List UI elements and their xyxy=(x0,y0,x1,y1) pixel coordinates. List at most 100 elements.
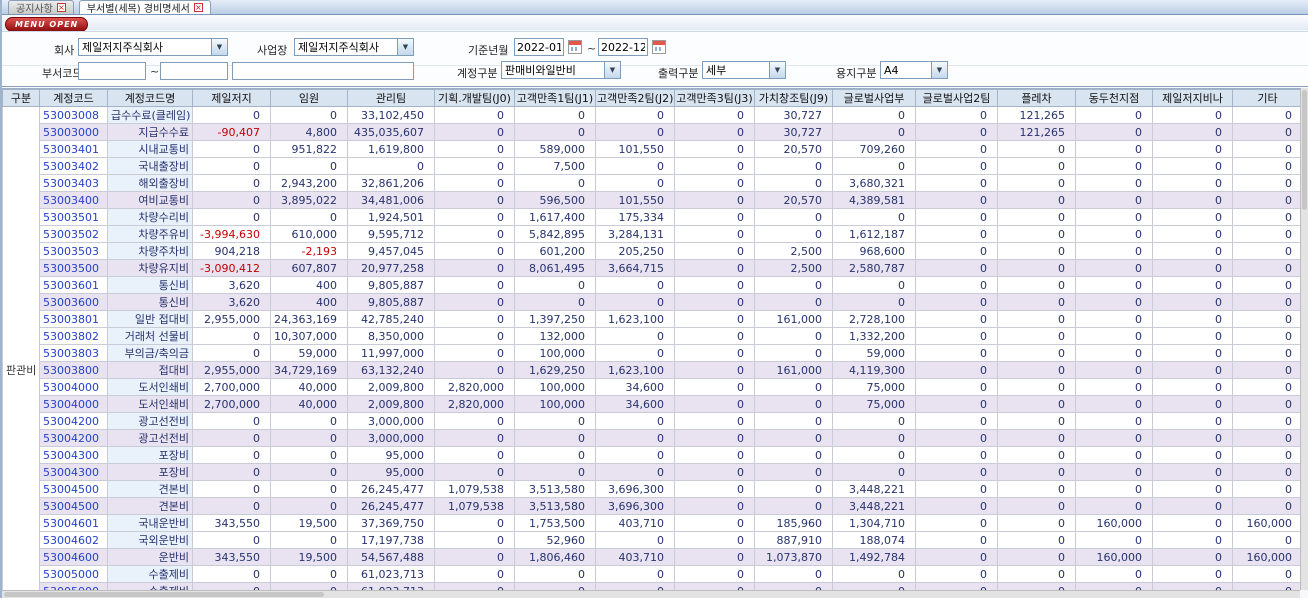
amount-cell[interactable]: 0 xyxy=(674,157,755,175)
amount-cell[interactable]: 0 xyxy=(270,582,348,590)
amount-cell[interactable]: 11,997,000 xyxy=(347,344,435,362)
amount-cell[interactable]: 2,820,000 xyxy=(434,378,515,396)
account-code-cell[interactable]: 53004601 xyxy=(39,514,108,532)
table-row[interactable]: 53003802 거래처 선물비 0 10,307,000 8,350,000 0 132,… xyxy=(3,327,1300,345)
amount-cell[interactable]: 0 xyxy=(832,412,916,430)
amount-cell[interactable]: 0 xyxy=(192,174,271,192)
amount-cell[interactable]: 1,079,538 xyxy=(434,480,515,498)
amount-cell[interactable]: 3,448,221 xyxy=(832,480,916,498)
amount-cell[interactable]: 2,500 xyxy=(754,259,833,277)
table-row[interactable]: 53004300 포장비 0 0 95,000 0 0 0 0 0 0 0 0 0 0 0 xyxy=(3,446,1300,464)
amount-cell[interactable]: 0 xyxy=(192,446,271,464)
account-code-cell[interactable]: 53003502 xyxy=(39,225,108,243)
amount-cell[interactable]: 0 xyxy=(192,531,271,549)
account-name-cell[interactable]: 차량주차비 xyxy=(107,242,193,260)
account-name-cell[interactable]: 견본비 xyxy=(107,480,193,498)
amount-cell[interactable]: 0 xyxy=(915,157,998,175)
amount-cell[interactable]: 400 xyxy=(270,293,348,311)
amount-cell[interactable]: 3,000,000 xyxy=(347,412,435,430)
amount-cell[interactable]: 121,265 xyxy=(997,106,1076,124)
amount-cell[interactable]: 3,513,580 xyxy=(514,480,596,498)
amount-cell[interactable]: 0 xyxy=(1075,208,1153,226)
account-name-cell[interactable]: 국외운반비 xyxy=(107,531,193,549)
amount-cell[interactable]: 0 xyxy=(915,344,998,362)
amount-cell[interactable]: 0 xyxy=(270,157,348,175)
amount-cell[interactable]: 0 xyxy=(997,446,1076,464)
amount-cell[interactable]: 0 xyxy=(997,582,1076,590)
amount-cell[interactable]: 0 xyxy=(1075,174,1153,192)
amount-cell[interactable]: 0 xyxy=(434,208,515,226)
amount-cell[interactable]: 0 xyxy=(1152,395,1233,413)
calendar-icon[interactable] xyxy=(568,40,582,54)
amount-cell[interactable]: 0 xyxy=(434,259,515,277)
amount-cell[interactable]: 2,728,100 xyxy=(832,310,916,328)
amount-cell[interactable]: 0 xyxy=(1232,123,1300,141)
amount-cell[interactable]: 61,023,713 xyxy=(347,565,435,583)
amount-cell[interactable]: 0 xyxy=(674,463,755,481)
amount-cell[interactable]: 0 xyxy=(997,242,1076,260)
amount-cell[interactable]: 0 xyxy=(1232,463,1300,481)
amount-cell[interactable]: 0 xyxy=(1232,191,1300,209)
amount-cell[interactable]: 42,785,240 xyxy=(347,310,435,328)
amount-cell[interactable]: 0 xyxy=(997,548,1076,566)
amount-cell[interactable]: 0 xyxy=(192,106,271,124)
amount-cell[interactable]: 0 xyxy=(595,157,675,175)
amount-cell[interactable]: 9,595,712 xyxy=(347,225,435,243)
account-code-cell[interactable]: 53003403 xyxy=(39,174,108,192)
amount-cell[interactable]: 1,623,100 xyxy=(595,361,675,379)
amount-cell[interactable]: 0 xyxy=(1152,327,1233,345)
amount-cell[interactable]: 0 xyxy=(1232,582,1300,590)
amount-cell[interactable]: 0 xyxy=(997,480,1076,498)
amount-cell[interactable]: 0 xyxy=(997,514,1076,532)
account-code-cell[interactable]: 53003501 xyxy=(39,208,108,226)
amount-cell[interactable]: 9,805,887 xyxy=(347,276,435,294)
amount-cell[interactable]: 0 xyxy=(997,140,1076,158)
amount-cell[interactable]: 30,727 xyxy=(754,106,833,124)
table-row[interactable]: 53004600 운반비 343,550 19,500 54,567,488 0 1,806… xyxy=(3,548,1300,566)
amount-cell[interactable]: 0 xyxy=(674,446,755,464)
table-row[interactable]: 53004602 국외운반비 0 0 17,197,738 0 52,960 0 0 887,91… xyxy=(3,531,1300,549)
table-row[interactable]: 53003000 지급수수료 -90,407 4,800 435,035,607 0 0 0 0… xyxy=(3,123,1300,141)
site-select[interactable]: 제일저지주식회사 ▼ xyxy=(294,38,414,56)
amount-cell[interactable]: 0 xyxy=(192,412,271,430)
amount-cell[interactable]: 0 xyxy=(270,429,348,447)
amount-cell[interactable]: 0 xyxy=(595,463,675,481)
amount-cell[interactable]: 0 xyxy=(754,565,833,583)
amount-cell[interactable]: 95,000 xyxy=(347,446,435,464)
amount-cell[interactable]: 0 xyxy=(192,582,271,590)
amount-cell[interactable]: 0 xyxy=(674,412,755,430)
amount-cell[interactable]: 0 xyxy=(595,293,675,311)
account-name-cell[interactable]: 여비교통비 xyxy=(107,191,193,209)
amount-cell[interactable]: 0 xyxy=(1075,361,1153,379)
amount-cell[interactable]: 0 xyxy=(192,191,271,209)
amount-cell[interactable]: 3,284,131 xyxy=(595,225,675,243)
amount-cell[interactable]: 0 xyxy=(595,582,675,590)
amount-cell[interactable]: 0 xyxy=(1075,310,1153,328)
amount-cell[interactable]: 0 xyxy=(347,157,435,175)
amount-cell[interactable]: 0 xyxy=(514,123,596,141)
amount-cell[interactable]: 0 xyxy=(434,310,515,328)
account-name-cell[interactable]: 국내출장비 xyxy=(107,157,193,175)
amount-cell[interactable]: 3,696,300 xyxy=(595,480,675,498)
amount-cell[interactable]: 0 xyxy=(595,531,675,549)
amount-cell[interactable]: 0 xyxy=(915,327,998,345)
amount-cell[interactable]: 0 xyxy=(997,174,1076,192)
account-code-cell[interactable]: 53003601 xyxy=(39,276,108,294)
amount-cell[interactable]: 4,800 xyxy=(270,123,348,141)
amount-cell[interactable]: 0 xyxy=(434,344,515,362)
calendar-icon[interactable] xyxy=(652,40,666,54)
amount-cell[interactable]: 0 xyxy=(595,106,675,124)
amount-cell[interactable]: 2,943,200 xyxy=(270,174,348,192)
account-name-cell[interactable]: 해외출장비 xyxy=(107,174,193,192)
amount-cell[interactable]: 0 xyxy=(915,548,998,566)
amount-cell[interactable]: 1,612,187 xyxy=(832,225,916,243)
amount-cell[interactable]: 0 xyxy=(674,344,755,362)
amount-cell[interactable]: 0 xyxy=(1152,463,1233,481)
amount-cell[interactable]: 0 xyxy=(192,157,271,175)
amount-cell[interactable]: 2,820,000 xyxy=(434,395,515,413)
amount-cell[interactable]: 30,727 xyxy=(754,123,833,141)
amount-cell[interactable]: 0 xyxy=(1075,140,1153,158)
amount-cell[interactable]: 0 xyxy=(1152,344,1233,362)
amount-cell[interactable]: 0 xyxy=(754,344,833,362)
amount-cell[interactable]: 0 xyxy=(674,514,755,532)
